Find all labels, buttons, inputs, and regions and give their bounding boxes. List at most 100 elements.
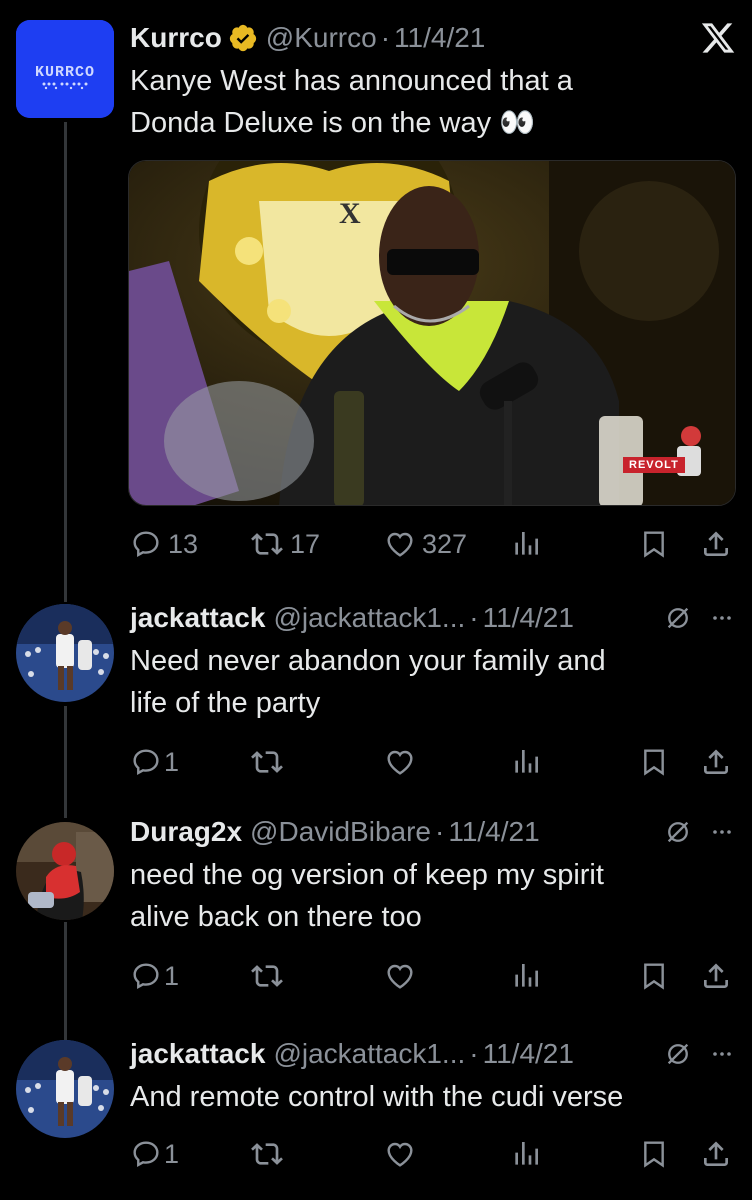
bookmark-icon	[644, 531, 664, 558]
author-handle[interactable]: @DavidBibare	[250, 816, 431, 848]
basketball-photo-image	[16, 604, 114, 702]
more-options-icon[interactable]	[710, 1042, 734, 1066]
retweet-button[interactable]	[250, 742, 284, 782]
reply-button[interactable]: 1	[130, 742, 179, 782]
retweet-icon	[251, 965, 283, 987]
more-options-icon[interactable]	[710, 820, 734, 844]
reply-button[interactable]: 1	[130, 1134, 179, 1174]
reply-icon	[133, 1141, 159, 1167]
author-name[interactable]: jackattack	[130, 1038, 265, 1070]
share-button[interactable]	[700, 742, 732, 782]
author-handle[interactable]: @jackattack1...	[273, 1038, 465, 1070]
retweet-icon	[251, 533, 283, 555]
bookmark-icon	[644, 1141, 664, 1168]
heart-icon	[387, 964, 413, 989]
like-button[interactable]	[384, 742, 416, 782]
tweet-content: Durag2x @DavidBibare · 11/4/21 need the …	[130, 812, 738, 938]
avatar-durag2x[interactable]	[16, 822, 114, 920]
retweet-count: 17	[290, 528, 321, 559]
share-button[interactable]	[700, 524, 732, 564]
tweet-actions: 13 17 327	[130, 524, 738, 564]
tweet-text: Need never abandon your family and life …	[130, 640, 738, 724]
more-options-icon[interactable]	[710, 606, 734, 630]
retweet-icon	[251, 751, 283, 773]
tweet-content: jackattack @jackattack1... · 11/4/21 Nee…	[130, 598, 738, 724]
author-name[interactable]: Durag2x	[130, 816, 242, 848]
like-button[interactable]: 327	[384, 524, 467, 564]
bookmark-button[interactable]	[638, 524, 670, 564]
separator-dot: ·	[469, 1038, 479, 1069]
tweet-header: jackattack @jackattack1... · 11/4/21	[130, 1034, 738, 1074]
tweet-text-line: alive back on there too	[130, 901, 422, 933]
retweet-button[interactable]	[250, 956, 284, 996]
reply-tweet[interactable]: jackattack @jackattack1... · 11/4/21 Nee…	[0, 580, 752, 798]
tweet-date[interactable]: 11/4/21	[394, 22, 485, 54]
reply-tweet[interactable]: Durag2x @DavidBibare · 11/4/21 need the …	[0, 798, 752, 1018]
tweet-actions: 1	[130, 1134, 738, 1174]
reply-button[interactable]: 13	[130, 524, 198, 564]
grok-icon[interactable]	[664, 1040, 692, 1068]
tweet-content: jackattack @jackattack1... · 11/4/21 And…	[130, 1034, 738, 1118]
tweet-text: need the og version of keep my spirit al…	[130, 854, 738, 938]
author-handle[interactable]: @jackattack1...	[273, 602, 465, 634]
like-button[interactable]	[384, 956, 416, 996]
heart-icon	[387, 750, 413, 775]
grok-icon[interactable]	[664, 604, 692, 632]
separator-dot: ·	[380, 22, 391, 53]
retweet-icon	[251, 1143, 283, 1165]
main-tweet[interactable]: KURRCO Kurrco @Kurrco · 11/4/21 Kanye We…	[0, 0, 752, 580]
tweet-date[interactable]: 11/4/21	[483, 602, 574, 634]
tweet-header: Durag2x @DavidBibare · 11/4/21	[130, 812, 738, 852]
bookmark-button[interactable]	[638, 956, 670, 996]
tweet-date[interactable]: 11/4/21	[483, 1038, 574, 1070]
avatar-jackattack[interactable]	[16, 604, 114, 702]
tweet-date[interactable]: 11/4/21	[448, 816, 539, 848]
person-photo-image	[16, 822, 114, 920]
views-button[interactable]	[510, 742, 542, 782]
author-name[interactable]: Kurrco	[130, 22, 222, 54]
analytics-icon	[515, 964, 538, 987]
kurrco-logo-icon: KURRCO	[16, 20, 114, 118]
share-icon	[704, 749, 728, 774]
analytics-icon	[515, 750, 538, 773]
share-button[interactable]	[700, 956, 732, 996]
retweet-button[interactable]: 17	[250, 524, 320, 564]
reply-count: 13	[168, 528, 199, 559]
grok-icon[interactable]	[664, 818, 692, 846]
like-count: 327	[422, 528, 468, 559]
tweet-text-line: need the og version of keep my spirit	[130, 859, 604, 891]
bookmark-button[interactable]	[638, 742, 670, 782]
avatar-jackattack[interactable]	[16, 1040, 114, 1138]
retweet-button[interactable]	[250, 1134, 284, 1174]
bookmark-button[interactable]	[638, 1134, 670, 1174]
tweet-header: Kurrco @Kurrco · 11/4/21	[130, 18, 738, 58]
tweet-image[interactable]: X REVOLT	[128, 160, 736, 506]
reply-count: 1	[164, 1138, 180, 1169]
reply-tweet[interactable]: jackattack @jackattack1... · 11/4/21 And…	[0, 1018, 752, 1200]
author-handle[interactable]: @Kurrco	[266, 22, 377, 54]
reply-icon	[133, 531, 159, 557]
reply-icon	[133, 749, 159, 775]
reply-count: 1	[164, 960, 180, 991]
reply-button[interactable]: 1	[130, 956, 179, 996]
like-button[interactable]	[384, 1134, 416, 1174]
analytics-icon	[515, 532, 538, 555]
reply-count: 1	[164, 746, 180, 777]
heart-icon	[387, 1142, 413, 1167]
views-button[interactable]	[510, 524, 542, 564]
reply-icon	[133, 963, 159, 989]
views-button[interactable]	[510, 956, 542, 996]
svg-text:KURRCO: KURRCO	[35, 64, 95, 81]
share-button[interactable]	[700, 1134, 732, 1174]
svg-text:X: X	[339, 197, 361, 230]
separator-dot: ·	[469, 602, 479, 633]
tweet-text: Kanye West has announced that a Donda De…	[130, 60, 738, 144]
separator-dot: ·	[435, 816, 445, 847]
tweet-actions: 1	[130, 956, 738, 996]
share-icon	[704, 963, 728, 988]
avatar-kurrco[interactable]: KURRCO	[16, 20, 114, 118]
views-button[interactable]	[510, 1134, 542, 1174]
author-name[interactable]: jackattack	[130, 602, 265, 634]
revolt-watermark: REVOLT	[623, 457, 685, 473]
tweet-text-line: And remote control with the cudi verse	[130, 1081, 624, 1113]
